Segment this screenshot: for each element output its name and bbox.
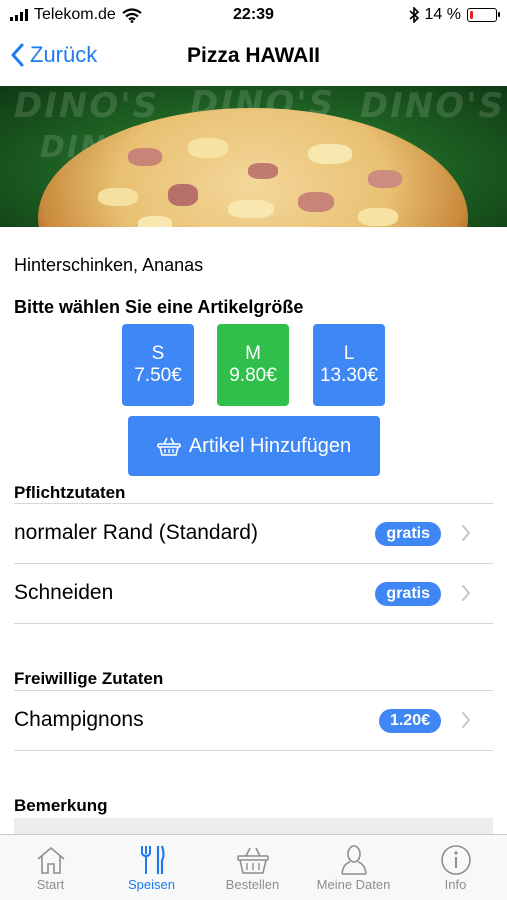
- price-badge: 1.20€: [378, 709, 441, 733]
- option-label: Champignons: [14, 708, 144, 731]
- tab-meine-daten[interactable]: Meine Daten: [303, 843, 404, 892]
- option-label: normaler Rand (Standard): [14, 521, 258, 544]
- battery-percent: 14 %: [424, 6, 461, 23]
- user-icon: [340, 845, 367, 875]
- size-button-s[interactable]: S 7.50€: [122, 324, 194, 406]
- chevron-right-icon: [462, 585, 471, 601]
- cutlery-icon: [140, 845, 165, 874]
- tab-label: Start: [36, 877, 65, 892]
- size-label: S: [151, 343, 165, 364]
- tab-speisen[interactable]: Speisen: [101, 843, 202, 892]
- size-label: M: [245, 343, 261, 364]
- option-label: Schneiden: [14, 581, 114, 604]
- basket-icon: [157, 437, 181, 456]
- size-price: 13.30€: [319, 365, 379, 386]
- option-row-champignons[interactable]: Champignons 1.20€: [0, 691, 507, 751]
- bluetooth-icon: [409, 7, 419, 23]
- tab-bestellen[interactable]: Bestellen: [202, 843, 303, 892]
- add-to-cart-button[interactable]: Artikel Hinzufügen: [128, 416, 380, 476]
- price-badge: gratis: [375, 522, 441, 546]
- option-row-schneiden[interactable]: Schneiden gratis: [0, 564, 507, 624]
- tab-bar: Start Speisen Bestellen Meine Daten Info: [0, 834, 507, 900]
- watermark-text: DINO'S: [14, 86, 160, 126]
- watermark-text: DINO'S: [360, 86, 506, 126]
- size-button-l[interactable]: L 13.30€: [313, 324, 385, 406]
- size-label: L: [343, 343, 355, 364]
- article-description: Hinterschinken, Ananas: [14, 255, 204, 275]
- tab-label: Bestellen: [225, 877, 280, 892]
- tab-start[interactable]: Start: [0, 843, 101, 892]
- pizza-image: DINO'S DINO'S DINO'S DINO'S: [0, 86, 507, 227]
- size-price: 7.50€: [134, 365, 182, 386]
- size-heading: Bitte wählen Sie eine Artikelgröße: [14, 297, 304, 317]
- chevron-right-icon: [462, 525, 471, 541]
- tab-info[interactable]: Info: [405, 843, 506, 892]
- home-icon: [36, 846, 65, 874]
- size-price: 9.80€: [229, 365, 277, 386]
- navigation-bar: Zurück Pizza HAWAII: [0, 30, 507, 86]
- divider: [14, 750, 493, 751]
- tab-label: Info: [444, 877, 467, 892]
- status-right: 14 %: [409, 6, 500, 24]
- chevron-right-icon: [462, 712, 471, 728]
- size-button-m[interactable]: M 9.80€: [217, 324, 289, 406]
- price-badge: gratis: [375, 582, 441, 606]
- tab-label: Speisen: [128, 877, 175, 892]
- option-row-rand[interactable]: normaler Rand (Standard) gratis: [0, 504, 507, 564]
- size-selector: S 7.50€ M 9.80€ L 13.30€: [0, 324, 507, 406]
- divider: [14, 623, 493, 624]
- section-heading-optional: Freiwillige Zutaten: [14, 669, 164, 688]
- add-button-label: Artikel Hinzufügen: [188, 434, 352, 457]
- section-heading-remark: Bemerkung: [14, 796, 108, 815]
- info-icon: [440, 845, 471, 875]
- page-title: Pizza HAWAII: [186, 44, 321, 67]
- battery-icon: [467, 8, 500, 22]
- basket-icon: [236, 847, 269, 874]
- tab-label: Meine Daten: [316, 877, 391, 892]
- status-bar: Telekom.de 22:39 14 %: [0, 0, 507, 30]
- section-heading-required: Pflichtzutaten: [14, 483, 126, 502]
- battery-level: [470, 11, 473, 19]
